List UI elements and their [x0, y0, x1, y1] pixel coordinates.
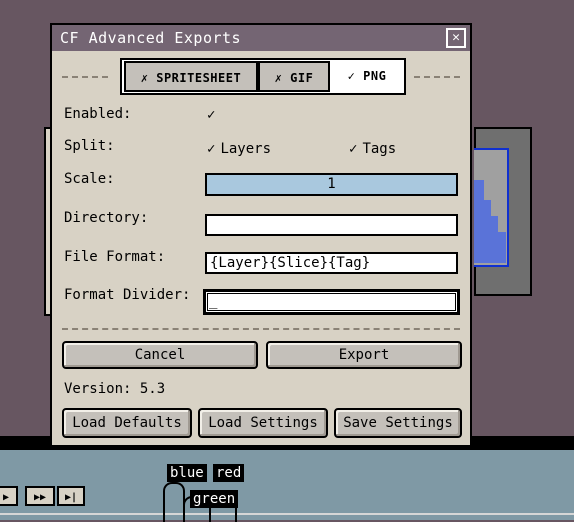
- close-icon[interactable]: ✕: [446, 28, 466, 48]
- split-label: Split:: [64, 138, 115, 154]
- export-button[interactable]: Export: [266, 341, 462, 369]
- tag-label-red[interactable]: red: [213, 464, 245, 482]
- timeline-track-line: [0, 513, 574, 515]
- check-icon: ✓: [207, 107, 216, 123]
- last-frame-button[interactable]: ▶|: [57, 486, 85, 506]
- play-button[interactable]: ▶: [0, 486, 18, 506]
- format-divider-field[interactable]: _: [203, 289, 460, 315]
- export-dialog: CF Advanced Exports ✕ ✗ SPRITESHEET ✗ GI…: [50, 23, 472, 447]
- enabled-label: Enabled:: [64, 106, 132, 122]
- split-tags-checkbox[interactable]: ✓ Tags: [349, 141, 396, 157]
- tag-label-green[interactable]: green: [190, 490, 239, 508]
- tag-bracket-blue: [163, 482, 185, 522]
- timeline-panel: [0, 450, 574, 520]
- enabled-checkbox[interactable]: ✓: [207, 107, 220, 123]
- check-icon: ✓: [207, 141, 216, 157]
- separator: [414, 76, 460, 78]
- tab-gif[interactable]: ✗ GIF: [258, 61, 330, 92]
- cross-icon: ✗: [274, 71, 283, 85]
- tab-spritesheet[interactable]: ✗ SPRITESHEET: [124, 61, 258, 92]
- file-format-label: File Format:: [64, 249, 166, 265]
- split-layers-label: Layers: [220, 141, 272, 157]
- check-icon: ✓: [349, 141, 358, 157]
- save-settings-button[interactable]: Save Settings: [334, 408, 462, 438]
- export-type-tabs: ✗ SPRITESHEET ✗ GIF ✓ PNG: [120, 58, 406, 95]
- load-defaults-button[interactable]: Load Defaults: [62, 408, 192, 438]
- tab-label: GIF: [290, 71, 314, 85]
- scale-slider[interactable]: 1: [205, 173, 458, 196]
- next-frame-button[interactable]: ▶▶: [25, 486, 55, 506]
- directory-label: Directory:: [64, 210, 149, 226]
- split-tags-label: Tags: [362, 141, 397, 157]
- canvas-pixels: [498, 232, 506, 263]
- check-icon: ✓: [347, 69, 356, 83]
- canvas-pixels: [474, 180, 484, 263]
- separator: [62, 328, 460, 330]
- separator: [62, 76, 108, 78]
- tab-png[interactable]: ✓ PNG: [330, 61, 404, 92]
- version-text: Version: 5.3: [64, 381, 166, 397]
- dialog-titlebar[interactable]: CF Advanced Exports ✕: [52, 25, 470, 51]
- load-settings-button[interactable]: Load Settings: [198, 408, 328, 438]
- tag-label-blue[interactable]: blue: [167, 464, 207, 482]
- scale-label: Scale:: [64, 171, 115, 187]
- cancel-button[interactable]: Cancel: [62, 341, 258, 369]
- tab-label: SPRITESHEET: [156, 71, 242, 85]
- split-layers-checkbox[interactable]: ✓ Layers: [207, 141, 271, 157]
- file-format-field[interactable]: {Layer}{Slice}{Tag}: [205, 252, 458, 274]
- dialog-title: CF Advanced Exports: [60, 29, 242, 47]
- cross-icon: ✗: [140, 71, 149, 85]
- tab-label: PNG: [363, 69, 387, 83]
- canvas-pixels: [491, 216, 498, 263]
- format-divider-label: Format Divider:: [64, 287, 191, 303]
- directory-field[interactable]: [205, 214, 458, 236]
- canvas-pixels: [484, 200, 491, 263]
